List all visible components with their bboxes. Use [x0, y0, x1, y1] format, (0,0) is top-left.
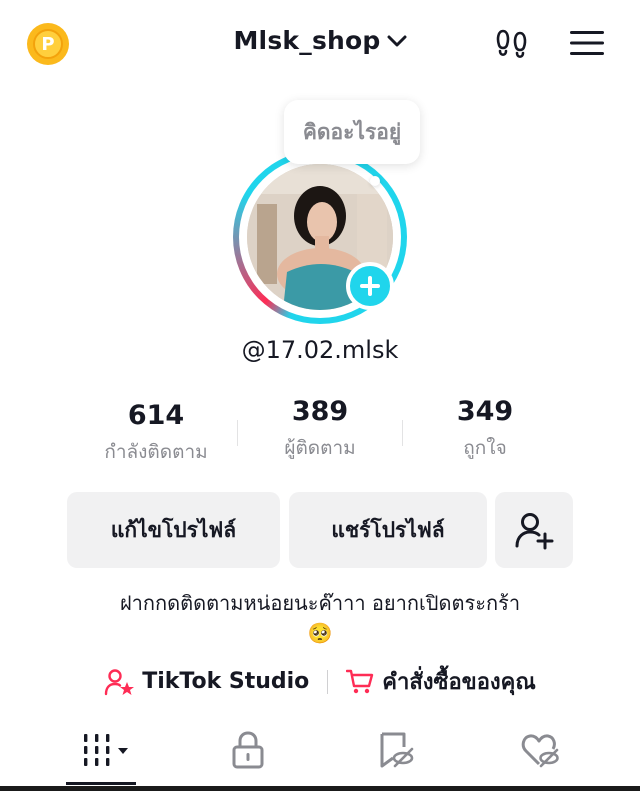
tiktok-studio-link[interactable]: TikTok Studio: [104, 668, 309, 696]
note-bubble[interactable]: คิดอะไรอยู่: [284, 100, 420, 164]
likes-count: 349: [456, 396, 514, 427]
tab-private[interactable]: [216, 730, 280, 770]
creator-star-icon: [104, 668, 135, 695]
tab-liked[interactable]: [508, 730, 572, 770]
bookmark-icon: [380, 732, 414, 768]
likes-label: ถูกใจ: [463, 437, 507, 459]
stat-divider: [402, 420, 403, 446]
add-story-button[interactable]: [346, 262, 394, 310]
edit-profile-button[interactable]: แก้ไขโปรไฟล์: [67, 492, 280, 568]
menu-icon[interactable]: [568, 26, 606, 60]
tab-saved[interactable]: [364, 730, 428, 770]
plus-icon: [360, 276, 380, 296]
lock-icon: [232, 731, 264, 769]
note-bubble-tail: [370, 176, 380, 186]
bio-emoji: 🥺: [307, 621, 333, 645]
edit-profile-label: แก้ไขโปรไฟล์: [110, 517, 237, 542]
content-preview-edge: [0, 786, 640, 791]
followers-stat[interactable]: 389 ผู้ติดตาม: [240, 396, 400, 463]
likes-stat[interactable]: 349 ถูกใจ: [405, 396, 565, 463]
share-profile-button[interactable]: แชร์โปรไฟล์: [289, 492, 487, 568]
orders-link[interactable]: คำสั่งซื้อของคุณ: [346, 664, 536, 699]
orders-label: คำสั่งซื้อของคุณ: [382, 670, 536, 695]
profile-handle: @17.02.mlsk: [241, 336, 399, 364]
share-profile-label: แชร์โปรไฟล์: [331, 517, 445, 542]
tab-videos[interactable]: [72, 730, 136, 770]
note-bubble-text: คิดอะไรอยู่: [302, 119, 402, 144]
profile-bio: ฝากกดติดตามหน่อยนะค๊าาา อยากเปิดตระกร้า …: [0, 588, 640, 648]
add-user-icon: [515, 513, 554, 550]
footprints-icon[interactable]: [494, 26, 530, 62]
cart-icon: [346, 669, 374, 693]
tiktok-studio-label: TikTok Studio: [142, 669, 310, 694]
following-stat[interactable]: 614 กำลังติดตาม: [76, 400, 236, 467]
links-separator: [327, 669, 329, 694]
following-count: 614: [127, 400, 185, 431]
active-tab-indicator: [66, 782, 136, 785]
stat-divider: [237, 420, 238, 446]
add-friend-button[interactable]: [495, 492, 573, 568]
profile-links: TikTok Studio คำสั่งซื้อของคุณ: [0, 664, 640, 699]
following-label: กำลังติดตาม: [104, 441, 208, 463]
username-title: Mlsk_shop: [233, 26, 381, 55]
followers-count: 389: [291, 396, 349, 427]
followers-label: ผู้ติดตาม: [284, 437, 356, 459]
bio-text: ฝากกดติดตามหน่อยนะค๊าาา อยากเปิดตระกร้า: [119, 591, 521, 615]
account-switcher[interactable]: Mlsk_shop: [0, 26, 640, 55]
videos-grid-icon: [84, 734, 128, 766]
chevron-down-icon: [387, 34, 407, 48]
liked-heart-icon: [521, 734, 559, 768]
